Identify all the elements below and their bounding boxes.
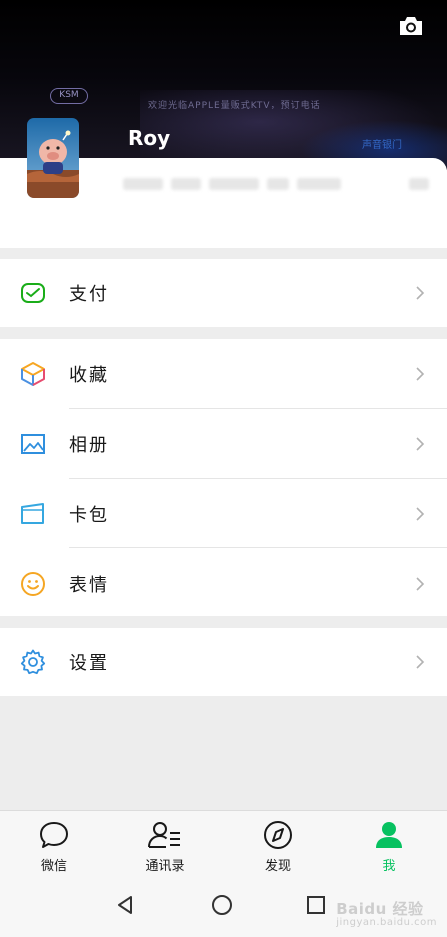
menu-label: 支付 (69, 284, 109, 305)
favorites-icon (21, 362, 45, 386)
home-icon[interactable] (210, 894, 234, 916)
tab-label: 我 (382, 859, 396, 874)
menu-item-album[interactable]: 相册 (0, 409, 447, 479)
profile-name: Roy (128, 126, 171, 150)
menu-item-favorites[interactable]: 收藏 (0, 339, 447, 409)
card-wallet-icon (21, 503, 44, 524)
banner-tag: 声音银门 (362, 140, 402, 151)
watermark: Baidu 经验 jingyan.baidu.com (336, 898, 437, 928)
menu-label: 卡包 (69, 505, 109, 526)
album-icon (21, 434, 45, 454)
tab-label: 微信 (40, 859, 67, 874)
tab-label: 发现 (264, 859, 291, 874)
recents-icon[interactable] (305, 894, 327, 916)
menu-label: 设置 (69, 653, 109, 674)
avatar-image (27, 118, 79, 198)
menu-label: 收藏 (69, 365, 109, 386)
watermark-brand: Baidu 经验 (336, 900, 424, 918)
settings-group: 设置 (0, 628, 447, 696)
tools-group: 收藏 相册 卡包 表情 (0, 339, 447, 616)
smiley-icon (21, 572, 45, 596)
tab-discover[interactable]: 发现 (238, 811, 318, 881)
chevron-right-icon (416, 655, 425, 669)
compass-icon (264, 821, 292, 849)
tab-me[interactable]: 我 (349, 811, 429, 881)
watermark-url: jingyan.baidu.com (336, 917, 437, 928)
banner-text: 欢迎光临APPLE量贩式KTV，预订电话 (148, 101, 321, 111)
chevron-right-icon (416, 507, 425, 521)
gear-icon (20, 649, 46, 675)
chevron-right-icon (416, 367, 425, 381)
divider (69, 547, 447, 548)
chevron-right-icon (416, 577, 425, 591)
bottom-tab-bar: 微信 通讯录 发现 我 (0, 810, 447, 880)
chat-bubble-icon (40, 822, 68, 848)
tab-chats[interactable]: 微信 (14, 811, 94, 881)
pay-group: 支付 (0, 259, 447, 327)
pay-icon (21, 283, 45, 303)
person-icon (376, 822, 402, 848)
menu-label: 表情 (69, 575, 109, 596)
banner-logo: KSM (50, 88, 88, 104)
menu-item-stickers[interactable]: 表情 (0, 549, 447, 619)
menu-item-cards[interactable]: 卡包 (0, 479, 447, 549)
back-icon[interactable] (114, 894, 136, 916)
menu-item-pay[interactable]: 支付 (0, 259, 447, 327)
camera-icon[interactable] (398, 14, 424, 38)
chevron-right-icon (416, 437, 425, 451)
contacts-icon (148, 822, 180, 848)
menu-label: 相册 (69, 435, 109, 456)
chevron-right-icon (416, 286, 425, 300)
menu-item-settings[interactable]: 设置 (0, 628, 447, 696)
avatar[interactable] (27, 118, 79, 198)
wechat-id-redacted (123, 175, 443, 193)
tab-contacts[interactable]: 通讯录 (125, 811, 205, 881)
tab-label: 通讯录 (145, 859, 185, 874)
